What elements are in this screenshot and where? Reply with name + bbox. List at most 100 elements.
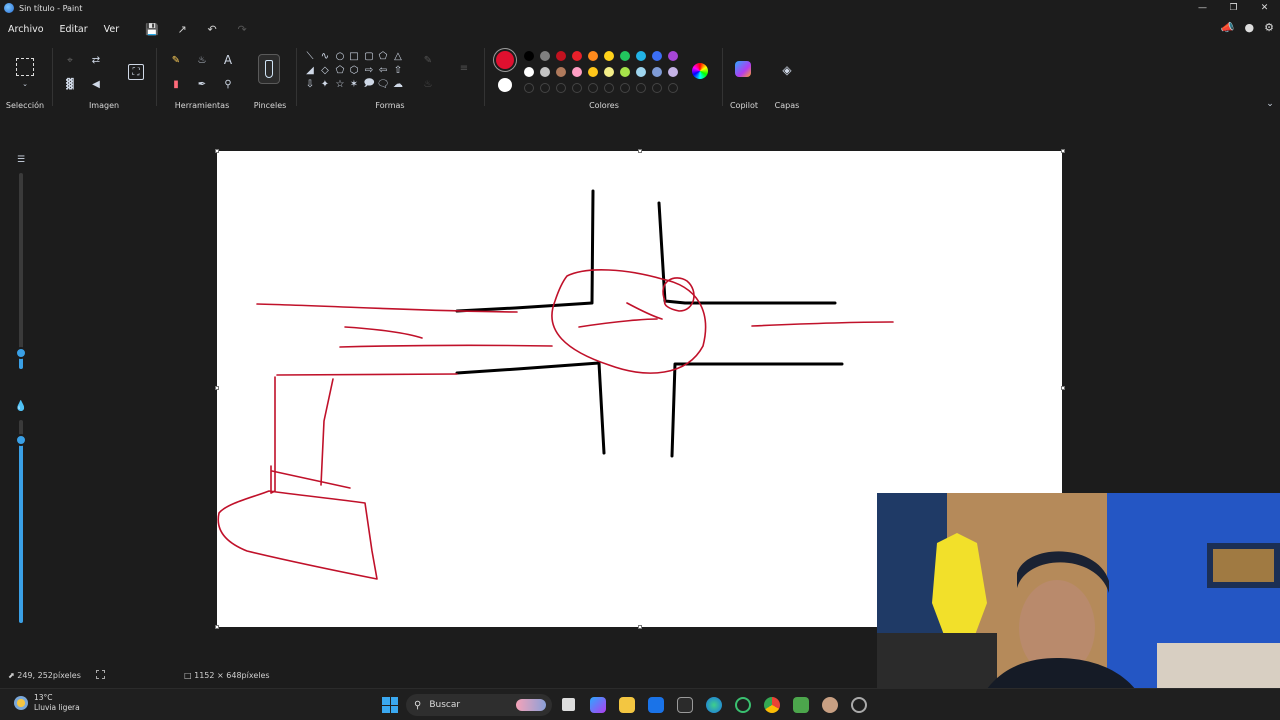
save-icon[interactable]: 💾	[137, 23, 167, 36]
four-point-star-shape-icon[interactable]: ✦	[317, 76, 333, 92]
canvas-resize-handle[interactable]	[638, 149, 642, 153]
palette-color-swatch[interactable]	[636, 67, 646, 77]
brushes-button[interactable]	[258, 54, 280, 84]
palette-color-swatch[interactable]	[588, 51, 598, 61]
palette-color-swatch[interactable]	[588, 67, 598, 77]
palette-color-swatch[interactable]	[668, 51, 678, 61]
edge-icon[interactable]	[706, 697, 722, 713]
six-point-star-shape-icon[interactable]: ✶	[346, 76, 362, 92]
canvas-resize-handle[interactable]	[215, 386, 219, 390]
palette-color-swatch[interactable]	[540, 51, 550, 61]
text-icon[interactable]: A	[220, 52, 236, 68]
outlook-icon[interactable]	[648, 697, 664, 713]
custom-color-slot[interactable]	[652, 83, 662, 93]
palette-color-swatch[interactable]	[652, 51, 662, 61]
canvas-resize-handle[interactable]	[215, 625, 219, 629]
brush-size-thumb[interactable]	[15, 347, 27, 360]
palette-color-swatch[interactable]	[636, 51, 646, 61]
palette-color-swatch[interactable]	[604, 51, 614, 61]
custom-color-slot[interactable]	[636, 83, 646, 93]
upwork-icon[interactable]	[735, 697, 751, 713]
maximize-button[interactable]: ❐	[1218, 0, 1249, 16]
share-icon[interactable]: ↗	[167, 23, 197, 36]
resize-icon[interactable]: ⇄	[88, 52, 104, 68]
custom-color-slot[interactable]	[540, 83, 550, 93]
crop-icon[interactable]: ⌖	[62, 52, 78, 68]
pencil-icon[interactable]: ✎	[168, 52, 184, 68]
palette-color-swatch[interactable]	[652, 67, 662, 77]
palette-color-swatch[interactable]	[524, 51, 534, 61]
custom-color-slot[interactable]	[668, 83, 678, 93]
oval-callout-shape-icon[interactable]: 🗨	[375, 76, 391, 92]
fill-icon: ♨	[423, 78, 433, 90]
palette-color-swatch[interactable]	[540, 67, 550, 77]
opacity-drop-icon: 💧	[14, 400, 28, 412]
palette-color-swatch[interactable]	[620, 67, 630, 77]
custom-color-slot[interactable]	[524, 83, 534, 93]
undo-icon[interactable]: ↶	[197, 23, 227, 36]
custom-color-slot[interactable]	[556, 83, 566, 93]
search-icon: ⚲	[414, 699, 422, 711]
taskbar-search[interactable]: ⚲ Buscar	[406, 694, 552, 716]
menu-archivo[interactable]: Archivo	[0, 24, 52, 35]
group-label-seleccion: Selección	[5, 101, 45, 110]
canvas-resize-handle[interactable]	[1061, 149, 1065, 153]
eraser-icon[interactable]: ▮	[168, 76, 184, 92]
group-label-copilot: Copilot	[729, 101, 759, 110]
file-explorer-icon[interactable]	[619, 697, 635, 713]
opacity-thumb[interactable]	[15, 434, 27, 447]
canvas-resize-handle[interactable]	[1061, 386, 1065, 390]
secondary-color-swatch[interactable]	[498, 78, 512, 92]
palette-color-swatch[interactable]	[620, 51, 630, 61]
store-icon[interactable]	[677, 697, 693, 713]
palette-color-swatch[interactable]	[572, 67, 582, 77]
minimize-button[interactable]: —	[1187, 0, 1218, 16]
windows-start-icon[interactable]	[382, 697, 398, 713]
copilot-taskbar-icon[interactable]	[590, 697, 606, 713]
chevron-down-icon[interactable]: ⌄	[17, 76, 33, 92]
palette-color-swatch[interactable]	[604, 67, 614, 77]
custom-color-slot[interactable]	[620, 83, 630, 93]
palette-color-swatch[interactable]	[556, 67, 566, 77]
weather-icon	[14, 696, 28, 710]
palette-color-swatch[interactable]	[668, 67, 678, 77]
close-button[interactable]: ✕	[1249, 0, 1280, 16]
custom-color-slot[interactable]	[588, 83, 598, 93]
magnifier-icon[interactable]: ⚲	[220, 76, 236, 92]
palette-color-swatch[interactable]	[556, 51, 566, 61]
image-effects-icon[interactable]: ▓	[62, 76, 78, 92]
cloud-callout-shape-icon[interactable]: ☁	[390, 76, 406, 92]
flip-icon[interactable]: ◀	[88, 76, 104, 92]
task-view-icon[interactable]	[562, 698, 575, 711]
menu-ver[interactable]: Ver	[96, 24, 128, 35]
select-rectangle-icon[interactable]	[16, 58, 34, 76]
copilot-icon[interactable]	[735, 61, 751, 77]
canvas-resize-handle[interactable]	[215, 149, 219, 153]
paint-taskbar-icon[interactable]	[851, 697, 867, 713]
minecraft-icon[interactable]	[793, 697, 809, 713]
menu-editar[interactable]: Editar	[52, 24, 96, 35]
remove-background-icon[interactable]: ⛶	[128, 64, 144, 80]
primary-color-swatch[interactable]	[496, 51, 514, 69]
brush-size-icon: ☰	[16, 155, 26, 165]
custom-color-slot[interactable]	[572, 83, 582, 93]
settings-gear-icon[interactable]: ⚙	[1264, 21, 1274, 34]
chrome-icon[interactable]	[764, 697, 780, 713]
account-icon[interactable]: ●	[1245, 21, 1255, 34]
palette-color-swatch[interactable]	[572, 51, 582, 61]
ribbon-collapse-icon[interactable]: ⌄	[1262, 96, 1278, 112]
fill-bucket-icon[interactable]: ♨	[194, 52, 210, 68]
profile-app-icon[interactable]	[822, 697, 838, 713]
palette-color-swatch[interactable]	[524, 67, 534, 77]
feedback-icon[interactable]: 📣	[1221, 21, 1235, 34]
down-arrow-shape-icon[interactable]: ⇩	[302, 76, 318, 92]
color-picker-icon[interactable]: ✒	[194, 76, 210, 92]
canvas-resize-handle[interactable]	[638, 625, 642, 629]
custom-color-slot[interactable]	[604, 83, 614, 93]
search-placeholder: Buscar	[429, 700, 461, 710]
title-bar: Sin título - Paint — ❐ ✕	[0, 0, 1280, 16]
layers-icon[interactable]: ◈	[779, 62, 795, 78]
weather-widget[interactable]: 13°C Lluvia ligera	[14, 693, 80, 713]
redo-icon[interactable]: ↷	[227, 23, 257, 36]
edit-colors-icon[interactable]	[692, 63, 708, 79]
